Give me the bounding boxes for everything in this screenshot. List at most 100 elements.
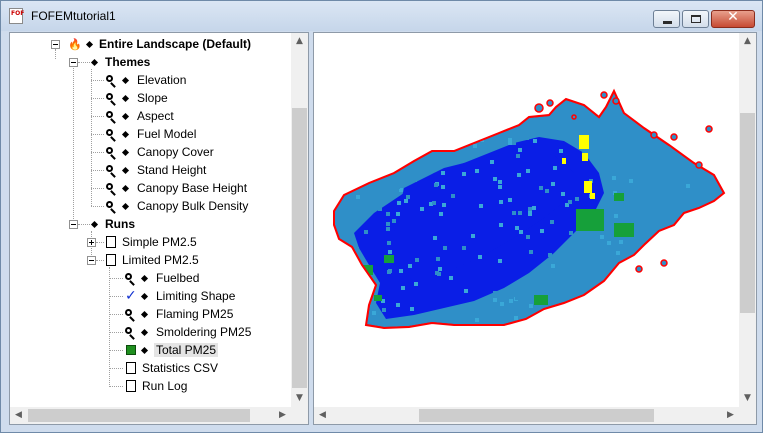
tree-item-label: Simple PM2.5 — [122, 235, 197, 249]
scroll-thumb[interactable] — [292, 108, 307, 388]
diamond-icon — [121, 94, 130, 103]
tree-item-theme[interactable]: Canopy Cover — [10, 143, 290, 161]
tree-vertical-scrollbar[interactable]: ▲ ▼ — [291, 33, 308, 407]
tree-line — [96, 260, 104, 262]
scroll-down-icon[interactable]: ▼ — [739, 390, 756, 407]
close-button[interactable]: ✕ — [711, 9, 755, 28]
magnifier-icon — [125, 273, 137, 286]
tree-item-label: Limiting Shape — [156, 289, 236, 303]
tree-line — [91, 206, 104, 208]
tree-line — [91, 152, 104, 154]
scroll-up-icon[interactable]: ▲ — [291, 33, 308, 50]
tree-item-run-output[interactable]: Fuelbed — [10, 269, 290, 287]
document-icon — [106, 236, 116, 248]
tree-line — [91, 80, 104, 82]
tree-line — [109, 314, 123, 316]
scroll-right-icon[interactable]: ▶ — [722, 407, 739, 424]
tree-item-theme[interactable]: Elevation — [10, 71, 290, 89]
scroll-left-icon[interactable]: ◀ — [314, 407, 331, 424]
scroll-left-icon[interactable]: ◀ — [10, 407, 27, 424]
map-vertical-scrollbar[interactable]: ▲ ▼ — [739, 33, 756, 407]
tree-item-theme[interactable]: Canopy Bulk Density — [10, 197, 290, 215]
expand-toggle[interactable] — [87, 238, 96, 247]
collapse-toggle[interactable] — [51, 40, 60, 49]
tree-line — [78, 62, 90, 64]
diamond-icon — [140, 328, 149, 337]
magnifier-icon — [106, 111, 118, 124]
scroll-right-icon[interactable]: ▶ — [274, 407, 291, 424]
tree-horizontal-scrollbar[interactable]: ◀ ▶ — [10, 407, 291, 424]
title-bar[interactable]: FOF FOFEMtutorial1 ✕ — [1, 1, 762, 31]
tree-line — [91, 134, 104, 136]
diamond-icon — [140, 274, 149, 283]
diamond-icon — [90, 220, 99, 229]
tree-item-label: Aspect — [137, 109, 174, 123]
minimize-button[interactable] — [653, 10, 680, 28]
tree-item-label: Canopy Base Height — [137, 181, 248, 195]
tree-item-label: Statistics CSV — [142, 361, 219, 375]
tree-item-run-output[interactable]: ✓ Limiting Shape — [10, 287, 290, 305]
magnifier-icon — [125, 309, 137, 322]
scroll-thumb[interactable] — [28, 409, 250, 422]
tree-item-run-output[interactable]: Flaming PM25 — [10, 305, 290, 323]
tree-item-label: Entire Landscape (Default) — [99, 37, 252, 51]
collapse-toggle[interactable] — [69, 220, 78, 229]
map-canvas[interactable] — [314, 33, 739, 407]
tree-item-entire-landscape[interactable]: 🔥 Entire Landscape (Default) — [10, 35, 290, 53]
magnifier-icon — [125, 327, 137, 340]
tree-item-theme[interactable]: Canopy Base Height — [10, 179, 290, 197]
tree-item-run-output[interactable]: Statistics CSV — [10, 359, 290, 377]
app-icon[interactable]: FOF — [9, 8, 24, 24]
magnifier-icon — [106, 165, 118, 178]
map-horizontal-scrollbar[interactable]: ◀ ▶ — [314, 407, 739, 424]
scroll-down-icon[interactable]: ▼ — [291, 390, 308, 407]
magnifier-icon — [106, 93, 118, 106]
diamond-icon — [121, 130, 130, 139]
tree-item-theme[interactable]: Slope — [10, 89, 290, 107]
tree-item-run-output[interactable]: Run Log — [10, 377, 290, 395]
tree-item-label: Stand Height — [137, 163, 207, 177]
tree-item-label: Limited PM2.5 — [122, 253, 199, 267]
document-icon — [106, 254, 116, 266]
fire-icon: 🔥 — [68, 38, 82, 51]
tree-line — [91, 188, 104, 190]
tree-line — [91, 170, 104, 172]
tree-item-theme[interactable]: Aspect — [10, 107, 290, 125]
tree-item-themes[interactable]: Themes — [10, 53, 290, 71]
document-icon — [126, 362, 136, 374]
scroll-corner — [291, 407, 308, 424]
collapse-toggle[interactable] — [87, 256, 96, 265]
tree-item-runs[interactable]: Runs — [10, 215, 290, 233]
diamond-icon — [121, 166, 130, 175]
tree-line — [109, 368, 123, 370]
tree-line — [109, 296, 123, 298]
map-view[interactable]: ▲ ▼ ◀ ▶ — [313, 32, 757, 425]
tree-line — [91, 98, 104, 100]
tree-item-label: Smoldering PM25 — [156, 325, 252, 339]
tree-item-theme[interactable]: Fuel Model — [10, 125, 290, 143]
tree-item-run-output[interactable]: Smoldering PM25 — [10, 323, 290, 341]
tree-line — [96, 242, 104, 244]
diamond-icon — [121, 112, 130, 121]
diamond-icon — [121, 148, 130, 157]
scroll-up-icon[interactable]: ▲ — [739, 33, 756, 50]
checkmark-icon: ✓ — [125, 288, 137, 304]
scroll-thumb[interactable] — [419, 409, 654, 422]
tree-line — [109, 278, 123, 280]
green-swatch-icon — [126, 345, 136, 355]
tree-item-theme[interactable]: Stand Height — [10, 161, 290, 179]
tree-view[interactable]: 🔥 Entire Landscape (Default) Themes Elev… — [9, 32, 309, 425]
tree-item-run-output[interactable]: Total PM25 — [10, 341, 290, 359]
scroll-thumb[interactable] — [740, 113, 755, 313]
tree-item-limited-pm25[interactable]: Limited PM2.5 — [10, 251, 290, 269]
tree-item-label: Slope — [137, 91, 168, 105]
collapse-toggle[interactable] — [69, 58, 78, 67]
tree-item-simple-pm25[interactable]: Simple PM2.5 — [10, 233, 290, 251]
diamond-icon — [85, 40, 94, 49]
tree-item-label: Flaming PM25 — [156, 307, 234, 321]
tree-line — [109, 350, 123, 352]
diamond-icon — [140, 310, 149, 319]
tree-line — [109, 332, 123, 334]
maximize-button[interactable] — [682, 10, 709, 28]
magnifier-icon — [106, 75, 118, 88]
